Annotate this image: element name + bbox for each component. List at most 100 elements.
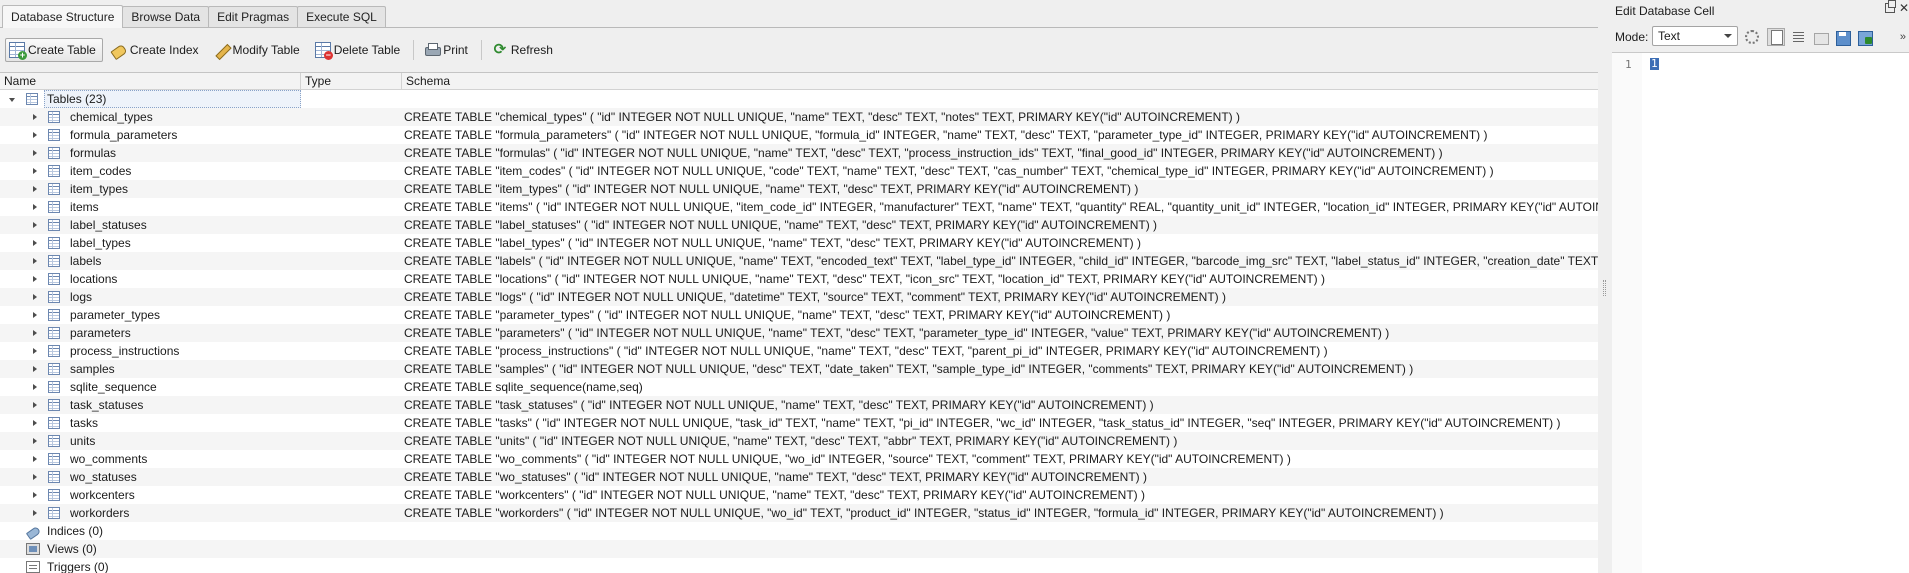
table-row[interactable]: formulas CREATE TABLE "formulas" ( "id" I… xyxy=(0,144,1598,162)
expand-arrow-icon[interactable] xyxy=(33,204,37,210)
delete-table-button[interactable]: − Delete Table xyxy=(311,38,408,62)
collapse-arrow-icon[interactable] xyxy=(9,98,15,102)
table-row[interactable]: workorders CREATE TABLE "workorders" ( "i… xyxy=(0,504,1598,522)
table-row[interactable]: samples CREATE TABLE "samples" ( "id" INT… xyxy=(0,360,1598,378)
float-pane-icon[interactable] xyxy=(1885,0,1896,13)
tab-execute-sql[interactable]: Execute SQL xyxy=(297,6,386,27)
tab-edit-pragmas[interactable]: Edit Pragmas xyxy=(208,6,299,27)
table-row[interactable]: label_types CREATE TABLE "label_types" ( … xyxy=(0,234,1598,252)
expand-arrow-icon[interactable] xyxy=(33,384,37,390)
table-row[interactable]: wo_comments CREATE TABLE "wo_comments" ( … xyxy=(0,450,1598,468)
table-name: workcenters xyxy=(70,488,135,502)
expand-arrow-icon[interactable] xyxy=(33,240,37,246)
table-icon xyxy=(48,435,60,447)
create-table-button[interactable]: + Create Table xyxy=(5,38,103,62)
splitter-grip xyxy=(1603,280,1606,296)
pane-splitter[interactable] xyxy=(1598,0,1612,573)
expand-arrow-icon[interactable] xyxy=(33,150,37,156)
expand-arrow-icon[interactable] xyxy=(33,492,37,498)
expand-arrow-icon[interactable] xyxy=(33,348,37,354)
column-header-type[interactable]: Type xyxy=(301,73,402,90)
expand-arrow-icon[interactable] xyxy=(33,474,37,480)
expand-arrow-icon[interactable] xyxy=(33,168,37,174)
table-row[interactable]: sqlite_sequence CREATE TABLE sqlite_seque… xyxy=(0,378,1598,396)
table-icon xyxy=(48,345,60,357)
table-row[interactable]: tasks CREATE TABLE "tasks" ( "id" INTEGER… xyxy=(0,414,1598,432)
expand-arrow-icon[interactable] xyxy=(33,294,37,300)
table-row[interactable]: parameters CREATE TABLE "parameters" ( "i… xyxy=(0,324,1598,342)
name-cell: parameters xyxy=(0,324,301,342)
refresh-button[interactable]: ⟳ Refresh xyxy=(488,38,560,62)
expand-arrow-icon[interactable] xyxy=(33,132,37,138)
cell-value[interactable]: 1 xyxy=(1650,58,1659,70)
name-cell: parameter_types xyxy=(0,306,301,324)
auto-format-gear-icon[interactable] xyxy=(1745,30,1759,44)
expand-arrow-icon[interactable] xyxy=(33,456,37,462)
table-row[interactable]: items CREATE TABLE "items" ( "id" INTEGER… xyxy=(0,198,1598,216)
table-schema: CREATE TABLE sqlite_sequence(name,seq) xyxy=(404,380,643,394)
expand-arrow-icon[interactable] xyxy=(33,420,37,426)
edit-cell-title: Edit Database Cell xyxy=(1615,4,1715,18)
tab-browse-data[interactable]: Browse Data xyxy=(122,6,210,27)
table-schema: CREATE TABLE "chemical_types" ( "id" INT… xyxy=(404,110,1241,124)
delete-table-label: Delete Table xyxy=(333,43,401,57)
column-header-name[interactable]: Name xyxy=(0,73,301,90)
table-icon xyxy=(48,165,60,177)
schema-tree[interactable]: Name Type Schema Tables (23) chemical_typ… xyxy=(0,72,1598,573)
table-row[interactable]: labels CREATE TABLE "labels" ( "id" INTEG… xyxy=(0,252,1598,270)
expand-arrow-icon[interactable] xyxy=(33,186,37,192)
table-row[interactable]: logs CREATE TABLE "logs" ( "id" INTEGER N… xyxy=(0,288,1598,306)
import-icon[interactable] xyxy=(1811,28,1829,46)
export-save-icon[interactable] xyxy=(1833,28,1851,46)
table-icon xyxy=(48,453,60,465)
table-row[interactable]: workcenters CREATE TABLE "workcenters" ( … xyxy=(0,486,1598,504)
expand-arrow-icon[interactable] xyxy=(33,510,37,516)
name-cell: formulas xyxy=(0,144,301,162)
more-actions-icon[interactable]: » xyxy=(1900,31,1906,43)
word-wrap-doc-icon[interactable] xyxy=(1767,28,1785,46)
expand-arrow-icon[interactable] xyxy=(33,438,37,444)
table-row[interactable]: process_instructions CREATE TABLE "proces… xyxy=(0,342,1598,360)
expand-arrow-icon[interactable] xyxy=(33,222,37,228)
tree-group-row[interactable]: Triggers (0) xyxy=(0,558,1598,573)
tree-group-tables[interactable]: Tables (23) xyxy=(0,90,1598,108)
table-name: wo_statuses xyxy=(70,470,137,484)
table-name: logs xyxy=(70,290,93,304)
table-row[interactable]: parameter_types CREATE TABLE "parameter_t… xyxy=(0,306,1598,324)
expand-arrow-icon[interactable] xyxy=(33,312,37,318)
close-pane-icon[interactable]: ✕ xyxy=(1899,2,1909,14)
sqlite-browser-window: Database Structure Browse Data Edit Prag… xyxy=(0,0,1909,573)
name-cell: labels xyxy=(0,252,301,270)
text-lines-icon[interactable] xyxy=(1789,28,1807,46)
name-cell: label_types xyxy=(0,234,301,252)
expand-arrow-icon[interactable] xyxy=(33,114,37,120)
modify-table-button[interactable]: Modify Table xyxy=(210,38,307,62)
tab-database-structure[interactable]: Database Structure xyxy=(2,5,124,28)
apply-icon[interactable] xyxy=(1855,28,1873,46)
expand-arrow-icon[interactable] xyxy=(33,330,37,336)
table-row[interactable]: label_statuses CREATE TABLE "label_status… xyxy=(0,216,1598,234)
table-icon xyxy=(48,381,60,393)
cell-editor[interactable]: 1 1 xyxy=(1612,52,1909,573)
expand-arrow-icon[interactable] xyxy=(33,258,37,264)
table-row[interactable]: task_statuses CREATE TABLE "task_statuses… xyxy=(0,396,1598,414)
tree-group-row[interactable]: Views (0) xyxy=(0,540,1598,558)
column-header-schema[interactable]: Schema xyxy=(402,73,1598,90)
table-row[interactable]: units CREATE TABLE "units" ( "id" INTEGER… xyxy=(0,432,1598,450)
table-row[interactable]: chemical_types CREATE TABLE "chemical_typ… xyxy=(0,108,1598,126)
expand-arrow-icon[interactable] xyxy=(33,402,37,408)
table-row[interactable]: locations CREATE TABLE "locations" ( "id"… xyxy=(0,270,1598,288)
table-icon xyxy=(48,147,60,159)
table-row[interactable]: formula_parameters CREATE TABLE "formula_… xyxy=(0,126,1598,144)
tree-group-row[interactable]: Indices (0) xyxy=(0,522,1598,540)
table-row[interactable]: item_types CREATE TABLE "item_types" ( "i… xyxy=(0,180,1598,198)
expand-arrow-icon[interactable] xyxy=(33,366,37,372)
table-schema: CREATE TABLE "item_types" ( "id" INTEGER… xyxy=(404,182,1139,196)
table-row[interactable]: wo_statuses CREATE TABLE "wo_statuses" ( … xyxy=(0,468,1598,486)
create-index-button[interactable]: Create Index xyxy=(107,38,206,62)
expand-arrow-icon[interactable] xyxy=(33,276,37,282)
print-button[interactable]: Print xyxy=(420,38,475,62)
mode-select[interactable]: Text xyxy=(1652,26,1738,46)
table-name: label_statuses xyxy=(70,218,147,232)
table-row[interactable]: item_codes CREATE TABLE "item_codes" ( "i… xyxy=(0,162,1598,180)
